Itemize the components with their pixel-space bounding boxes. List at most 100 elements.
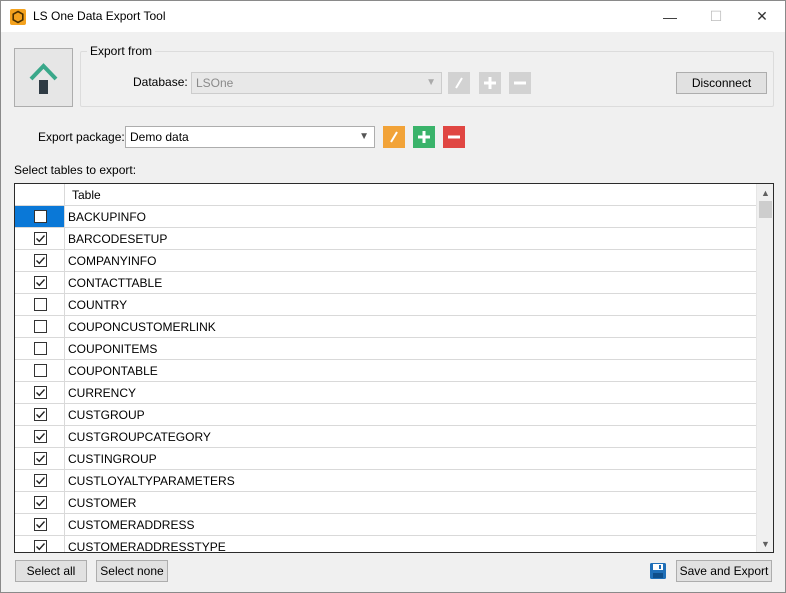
save-button[interactable]: [647, 560, 669, 582]
row-checkbox[interactable]: [34, 298, 47, 311]
export-package-select[interactable]: Demo data ▼: [125, 126, 375, 148]
database-select[interactable]: LSOne ▼: [191, 72, 442, 94]
row-check-cell[interactable]: [15, 360, 65, 381]
row-table-name: CURRENCY: [68, 386, 137, 400]
home-button[interactable]: [14, 48, 73, 107]
minus-icon: [514, 81, 526, 85]
chevron-down-icon: ▼: [426, 77, 436, 88]
table-row[interactable]: CUSTGROUP: [15, 404, 756, 426]
row-checkbox[interactable]: [34, 364, 47, 377]
save-and-export-button[interactable]: Save and Export: [676, 560, 772, 582]
grid-header: Table: [15, 184, 756, 206]
table-row[interactable]: CUSTOMERADDRESSTYPE: [15, 536, 756, 552]
row-check-cell[interactable]: [15, 228, 65, 249]
row-checkbox[interactable]: [34, 408, 47, 421]
table-row[interactable]: BARCODESETUP: [15, 228, 756, 250]
row-check-cell[interactable]: [15, 338, 65, 359]
home-icon: [29, 63, 58, 94]
row-check-cell[interactable]: [15, 470, 65, 491]
row-checkbox[interactable]: [34, 320, 47, 333]
disconnect-button[interactable]: Disconnect: [676, 72, 767, 94]
row-table-name: COUPONTABLE: [68, 364, 158, 378]
edit-package-button[interactable]: [383, 126, 405, 148]
maximize-button[interactable]: ☐: [693, 1, 739, 32]
table-row[interactable]: CUSTLOYALTYPARAMETERS: [15, 470, 756, 492]
table-row[interactable]: CUSTOMERADDRESS: [15, 514, 756, 536]
table-row[interactable]: CURRENCY: [15, 382, 756, 404]
pencil-icon: [455, 77, 463, 89]
row-checkbox[interactable]: [34, 518, 47, 531]
row-checkbox[interactable]: [34, 430, 47, 443]
row-table-name: CUSTOMERADDRESS: [68, 518, 195, 532]
checkmark-icon: [36, 521, 46, 529]
scroll-up-icon[interactable]: ▲: [757, 184, 773, 201]
row-check-cell[interactable]: [15, 206, 65, 227]
checkmark-icon: [36, 235, 46, 243]
table-row[interactable]: CONTACTTABLE: [15, 272, 756, 294]
row-checkbox[interactable]: [34, 210, 47, 223]
row-checkbox[interactable]: [34, 232, 47, 245]
remove-database-button[interactable]: [509, 72, 531, 94]
row-checkbox[interactable]: [34, 342, 47, 355]
table-row[interactable]: COUPONCUSTOMERLINK: [15, 316, 756, 338]
export-package-label: Export package:: [38, 130, 125, 144]
ls-one-logo-icon: [10, 9, 26, 25]
row-checkbox[interactable]: [34, 276, 47, 289]
title-bar: LS One Data Export Tool — ☐ ✕: [1, 1, 785, 32]
table-row[interactable]: COMPANYINFO: [15, 250, 756, 272]
row-check-cell[interactable]: [15, 294, 65, 315]
header-check-column[interactable]: [15, 184, 65, 206]
row-check-cell[interactable]: [15, 492, 65, 513]
minus-icon: [448, 135, 460, 139]
row-checkbox[interactable]: [34, 496, 47, 509]
row-check-cell[interactable]: [15, 250, 65, 271]
tables-grid: Table BACKUPINFO BARCODESETUP COMPANYINFO C…: [14, 183, 774, 553]
checkmark-icon: [36, 499, 46, 507]
row-checkbox[interactable]: [34, 452, 47, 465]
row-table-name: COUNTRY: [68, 298, 128, 312]
chevron-down-icon: ▼: [359, 131, 369, 142]
add-database-button[interactable]: [479, 72, 501, 94]
row-checkbox[interactable]: [34, 474, 47, 487]
plus-icon: [484, 77, 496, 89]
row-check-cell[interactable]: [15, 426, 65, 447]
scroll-down-icon[interactable]: ▼: [757, 535, 773, 552]
select-all-button[interactable]: Select all: [15, 560, 87, 582]
row-table-name: CUSTGROUP: [68, 408, 145, 422]
vertical-scrollbar[interactable]: ▲ ▼: [756, 184, 773, 552]
table-row[interactable]: COUPONITEMS: [15, 338, 756, 360]
row-table-name: COUPONCUSTOMERLINK: [68, 320, 216, 334]
row-check-cell[interactable]: [15, 272, 65, 293]
database-label: Database:: [133, 75, 188, 89]
table-row[interactable]: CUSTINGROUP: [15, 448, 756, 470]
checkmark-icon: [36, 543, 46, 551]
row-checkbox[interactable]: [34, 540, 47, 552]
scroll-thumb[interactable]: [759, 201, 772, 218]
row-check-cell[interactable]: [15, 316, 65, 337]
checkmark-icon: [36, 455, 46, 463]
table-row[interactable]: CUSTGROUPCATEGORY: [15, 426, 756, 448]
row-checkbox[interactable]: [34, 254, 47, 267]
select-none-button[interactable]: Select none: [96, 560, 168, 582]
close-button[interactable]: ✕: [739, 1, 785, 32]
table-row[interactable]: COUNTRY: [15, 294, 756, 316]
table-rows: BACKUPINFO BARCODESETUP COMPANYINFO CONTACT…: [15, 206, 756, 552]
header-table-column[interactable]: Table: [72, 188, 101, 202]
add-package-button[interactable]: [413, 126, 435, 148]
row-check-cell[interactable]: [15, 536, 65, 552]
table-row[interactable]: CUSTOMER: [15, 492, 756, 514]
plus-icon: [418, 131, 430, 143]
table-row[interactable]: COUPONTABLE: [15, 360, 756, 382]
row-check-cell[interactable]: [15, 404, 65, 425]
row-check-cell[interactable]: [15, 448, 65, 469]
remove-package-button[interactable]: [443, 126, 465, 148]
row-check-cell[interactable]: [15, 382, 65, 403]
edit-database-button[interactable]: [448, 72, 470, 94]
row-table-name: COMPANYINFO: [68, 254, 157, 268]
row-check-cell[interactable]: [15, 514, 65, 535]
minimize-button[interactable]: —: [647, 1, 693, 32]
row-checkbox[interactable]: [34, 386, 47, 399]
row-table-name: COUPONITEMS: [68, 342, 158, 356]
select-tables-label: Select tables to export:: [14, 163, 137, 177]
table-row[interactable]: BACKUPINFO: [15, 206, 756, 228]
